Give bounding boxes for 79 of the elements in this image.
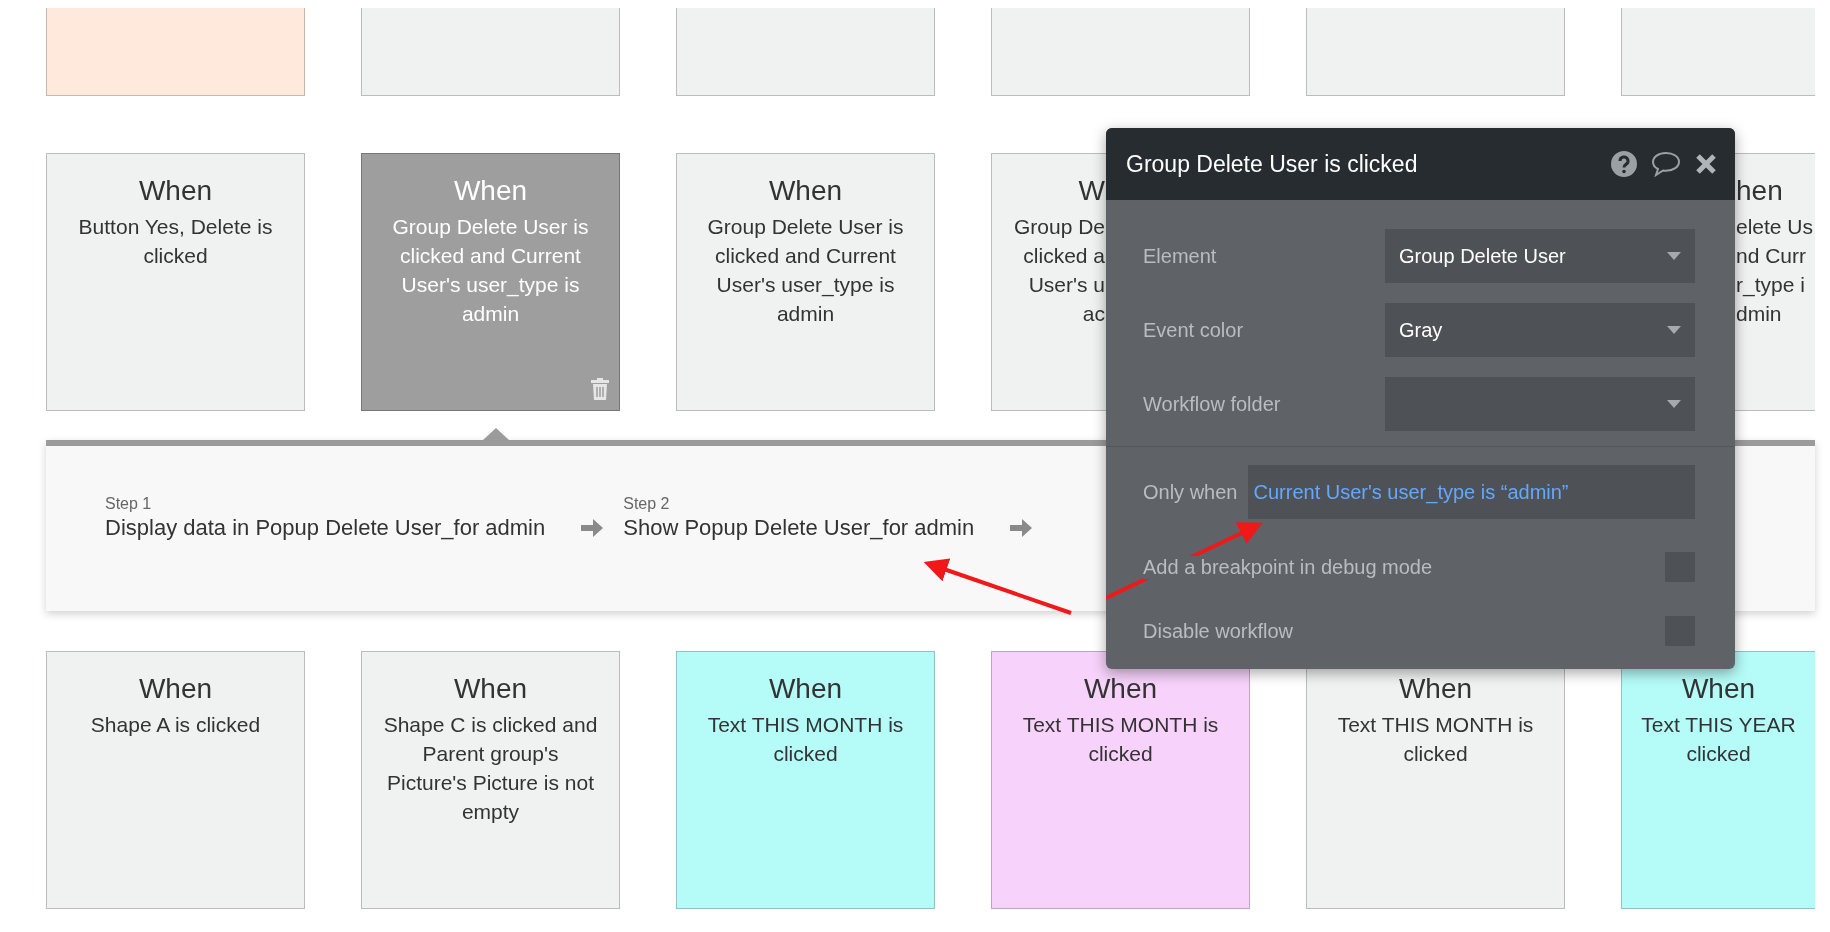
card-text: dmin (1736, 301, 1783, 327)
card-title: When (767, 174, 844, 208)
workflow-step[interactable]: Step 2 Show Popup Delete User_for admin (623, 494, 975, 542)
field-label: Element (1143, 244, 1218, 268)
card-title: W (1077, 174, 1105, 208)
trash-icon[interactable] (591, 378, 609, 400)
card-text: ac (1081, 301, 1105, 327)
card-title: When (1082, 672, 1159, 706)
card-title: When (1397, 672, 1474, 706)
help-icon[interactable] (1611, 151, 1637, 177)
card-text: clicked (142, 243, 209, 269)
field-label: Event color (1143, 318, 1245, 342)
card-text: User's user_type is (400, 272, 581, 299)
field-label: Only when (1143, 480, 1238, 504)
event-card[interactable] (361, 8, 620, 96)
card-text: clicked (1087, 741, 1154, 767)
card-text: Picture's Picture is not (385, 770, 596, 796)
card-text: User's u (1027, 272, 1105, 298)
event-card[interactable]: When Button Yes, Delete is clicked (46, 153, 305, 411)
step-label: Step 1 (105, 494, 153, 514)
card-text: elete Us (1736, 214, 1815, 240)
card-text: Text THIS MONTH is (1021, 712, 1220, 738)
card-text: Shape C is clicked and (382, 712, 599, 738)
arrow-right-icon (581, 518, 604, 538)
field-label: Workflow folder (1143, 392, 1282, 416)
card-text: clicked (1402, 741, 1469, 767)
caret-icon (1667, 252, 1681, 260)
event-card[interactable] (1621, 8, 1815, 96)
card-text: clicked (1685, 741, 1752, 767)
dropdown[interactable] (1385, 377, 1695, 431)
card-text: Shape A is clicked (89, 712, 262, 738)
card-text: clicked and Current (714, 243, 897, 269)
caret-icon (1667, 400, 1681, 408)
card-text: Parent group's (421, 741, 560, 767)
event-card[interactable] (46, 8, 305, 96)
event-card[interactable]: When Text THIS MONTH is clicked (676, 651, 935, 909)
card-text: Group Delete User is (706, 214, 905, 240)
card-text: r_type i (1736, 272, 1806, 299)
event-card[interactable]: When Shape C is clicked and Parent group's Picture's Picture is not empty (361, 651, 620, 909)
card-title: When (452, 672, 529, 706)
close-icon[interactable] (1695, 153, 1717, 175)
event-card[interactable]: When Text THIS MONTH is clicked (991, 651, 1250, 909)
arrow-right-icon (1010, 518, 1033, 538)
card-text: Text THIS MONTH is (706, 712, 905, 738)
event-card[interactable] (1306, 8, 1565, 96)
step-action: Display data in Popup Delete User_for admin (105, 514, 546, 542)
card-text: empty (460, 799, 521, 825)
card-text: Button Yes, Delete is (77, 214, 274, 240)
dropdown[interactable]: Group Delete User (1385, 229, 1695, 283)
event-card[interactable]: When Shape A is clicked (46, 651, 305, 909)
card-title: When (452, 174, 529, 208)
card-text: Text THIS MONTH is (1336, 712, 1535, 738)
card-title: When (767, 672, 844, 706)
event-card[interactable]: When Group Delete User is clicked and Current User's user_type is admin (676, 153, 935, 411)
step-action: Show Popup Delete User_for admin (623, 514, 975, 542)
card-text: clicked and Current (399, 243, 582, 269)
workflow-step[interactable]: Step 1 Display data in Popup Delete User_for admin (105, 494, 546, 542)
dropdown[interactable]: Gray (1385, 303, 1695, 357)
card-text: admin (460, 301, 521, 327)
card-text: clicked (772, 741, 839, 767)
event-card[interactable] (676, 8, 935, 96)
event-card[interactable]: When Text THIS YEAR clicked (1621, 651, 1815, 909)
event-card[interactable] (991, 8, 1250, 96)
popup-title: Group Delete User is clicked (1126, 150, 1419, 178)
card-title: When (1680, 672, 1757, 706)
card-title: hen (1736, 174, 1784, 208)
card-text: User's user_type is (715, 272, 896, 299)
caret-icon (1667, 326, 1681, 334)
step-label: Step 2 (623, 494, 671, 514)
comment-icon[interactable] (1651, 151, 1681, 177)
card-text: Text THIS YEAR (1640, 712, 1797, 738)
card-text: Group Delete User is (391, 214, 590, 240)
checkbox-label: Add a breakpoint in debug mode (1143, 555, 1433, 579)
card-text: admin (775, 301, 836, 327)
card-text: Group De (1012, 214, 1105, 240)
card-text: clicked a (1022, 243, 1105, 269)
card-title: When (137, 672, 214, 706)
card-title: When (137, 174, 214, 208)
card-text: nd Curr (1736, 243, 1808, 269)
